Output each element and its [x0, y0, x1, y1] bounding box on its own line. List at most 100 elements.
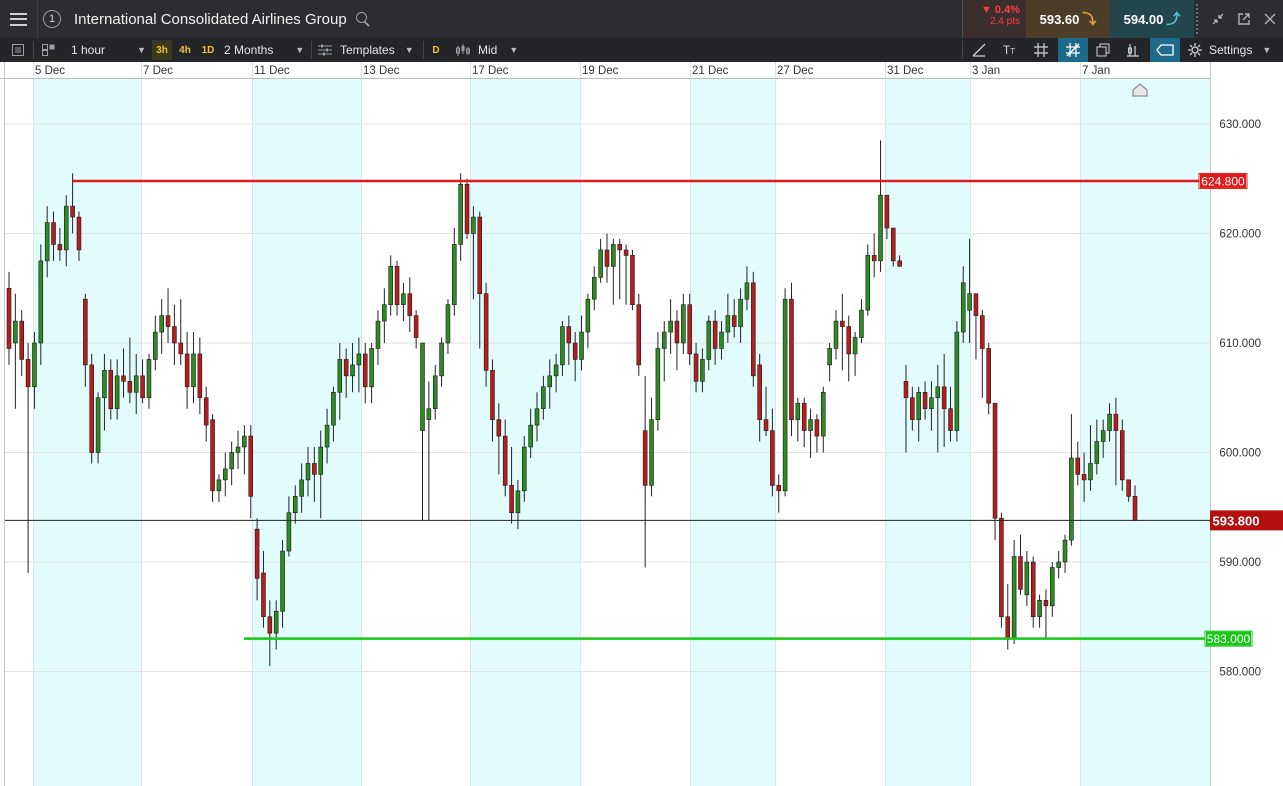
candle — [25, 343, 31, 573]
indicator-icon[interactable] — [1120, 38, 1146, 62]
price-type-select[interactable]: Mid ▼ — [456, 38, 518, 62]
price-label-icon[interactable] — [1150, 38, 1180, 62]
candle-body — [1107, 413, 1112, 431]
candle-body — [522, 446, 527, 492]
candle — [1043, 589, 1049, 639]
crosshair-grid-icon[interactable] — [1058, 38, 1088, 62]
price-chart[interactable]: 5 Dec 7 Dec 11 Dec 13 Dec 17 Dec 19 Dec 21 Dec… — [0, 62, 1283, 786]
candle-body — [948, 408, 953, 431]
candle — [1062, 534, 1068, 573]
interval-1d-button[interactable]: 1D — [198, 40, 218, 60]
candle-body — [394, 266, 400, 305]
candle — [890, 227, 896, 267]
candle — [1024, 551, 1030, 606]
candle-body — [992, 402, 998, 519]
copy-icon[interactable] — [1090, 38, 1116, 62]
candle-body — [833, 320, 839, 349]
candle-body — [757, 364, 762, 420]
draw-line-icon[interactable] — [966, 38, 992, 62]
candle-body — [216, 479, 222, 492]
candle-body — [153, 331, 158, 360]
candle-body — [954, 331, 960, 431]
candle-body — [579, 331, 584, 360]
hamburger-menu-icon[interactable] — [0, 0, 38, 38]
candle-body — [617, 244, 622, 251]
candle — [591, 266, 597, 311]
layout-icon[interactable] — [36, 38, 60, 62]
minimize-icon[interactable] — [1205, 0, 1231, 38]
chart-instance-button[interactable]: 1 — [38, 0, 66, 38]
drag-grip-icon[interactable] — [1196, 4, 1202, 34]
candle — [178, 299, 184, 365]
popout-icon[interactable] — [1231, 0, 1257, 38]
candle — [153, 315, 158, 371]
candle-body — [1120, 430, 1125, 481]
candle-body — [388, 266, 393, 305]
instrument-title[interactable]: International Consolidated Airlines Grou… — [74, 11, 347, 28]
price-axis: 630.000 620.000 610.000 600.000 590.000 580.0… — [1219, 119, 1261, 679]
candle-body — [401, 293, 406, 305]
range-value: 2 Months — [224, 43, 274, 57]
candle — [407, 277, 413, 333]
candle-body — [178, 342, 184, 355]
candle-body — [674, 320, 680, 344]
candle-body — [63, 205, 69, 251]
buy-arrow-icon: ⤴ — [1166, 11, 1181, 27]
interval-select[interactable]: 1 hour ▼ — [71, 38, 146, 62]
d-button[interactable]: D — [426, 40, 446, 60]
candle-body — [649, 419, 654, 486]
list-view-icon[interactable] — [6, 38, 30, 62]
candle-body — [941, 386, 947, 409]
candle — [439, 337, 444, 387]
candle — [1056, 551, 1061, 579]
candle-body — [197, 353, 203, 399]
interval-4h-button[interactable]: 4h — [175, 40, 195, 60]
templates-select[interactable]: Templates ▼ — [318, 38, 414, 62]
candle-body — [515, 490, 521, 514]
day-shade-band — [252, 79, 361, 786]
candle-body — [267, 616, 273, 634]
settings-menu[interactable]: Settings ▼ — [1188, 38, 1271, 62]
date-tick-label: 13 Dec — [363, 65, 400, 77]
sell-button[interactable]: 593.60 ⤵ — [1026, 0, 1110, 38]
candle-body — [744, 282, 750, 300]
candle-body — [668, 320, 673, 333]
candle — [426, 381, 432, 521]
candle-body — [452, 244, 457, 305]
candle-body — [1043, 600, 1049, 607]
candle-body — [509, 485, 514, 514]
buy-button[interactable]: 594.00 ⤴ — [1110, 0, 1194, 38]
candle — [89, 353, 94, 464]
candle — [1037, 594, 1042, 628]
search-icon[interactable] — [355, 11, 371, 27]
candle-body — [299, 479, 304, 497]
candle-body — [585, 298, 591, 333]
candle-body — [681, 304, 686, 344]
interval-3h-button[interactable]: 3h — [152, 40, 172, 60]
candle-body — [13, 320, 18, 344]
candle-body — [999, 517, 1004, 618]
candle-body — [916, 391, 921, 420]
range-select[interactable]: 2 Months ▼ — [224, 38, 304, 62]
candle-body — [687, 304, 692, 355]
candle — [172, 304, 177, 365]
candle-body — [305, 463, 311, 481]
close-icon[interactable] — [1257, 0, 1283, 38]
chevron-down-icon: ▼ — [137, 45, 146, 55]
candle — [814, 414, 820, 453]
candle-body — [350, 364, 355, 377]
candle-body — [108, 370, 114, 410]
candle — [865, 244, 871, 316]
candlestick-chart[interactable]: 5 Dec 7 Dec 11 Dec 13 Dec 17 Dec 19 Dec 21 Dec… — [0, 62, 1283, 786]
candle-body — [502, 435, 508, 486]
candle — [401, 282, 406, 322]
candle-body — [789, 298, 794, 420]
candle-body — [636, 304, 642, 366]
grid-icon[interactable] — [1028, 38, 1054, 62]
sell-arrow-icon: ⤵ — [1082, 11, 1097, 27]
candle — [878, 140, 883, 272]
candle-body — [210, 419, 215, 492]
text-tool-icon[interactable]: TT — [996, 38, 1022, 62]
candle-body — [566, 326, 572, 344]
candle-body — [382, 304, 387, 322]
